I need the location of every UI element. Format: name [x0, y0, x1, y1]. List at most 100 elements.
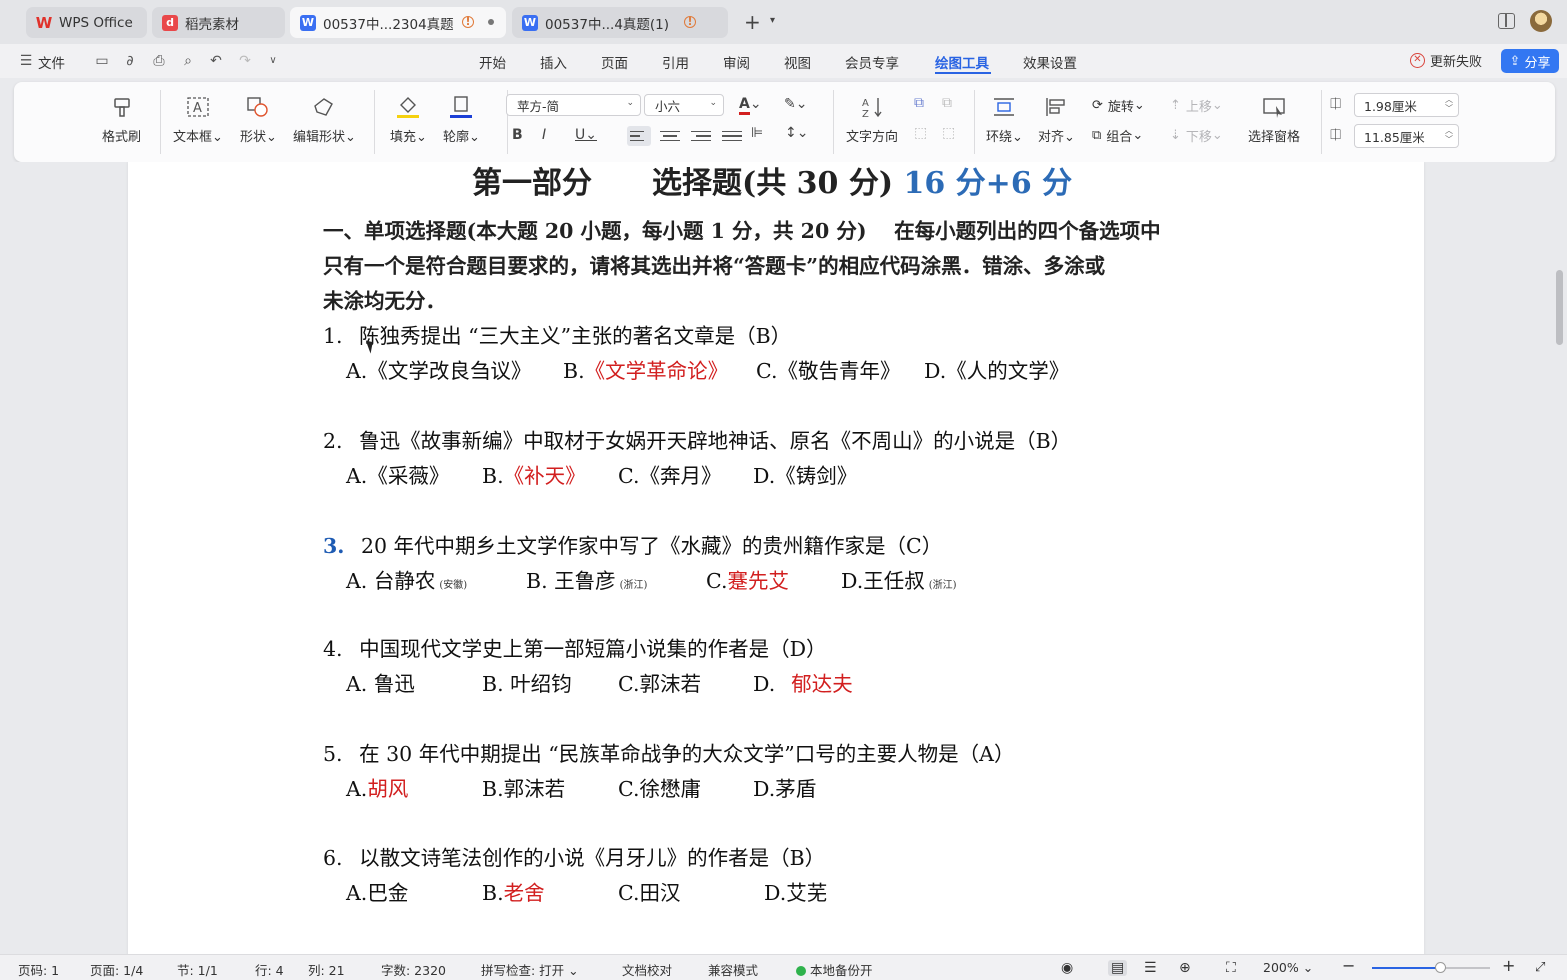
- move-down-label: 下移: [1185, 130, 1212, 145]
- font-name-select[interactable]: 苹方-简 ⌄: [506, 94, 641, 116]
- share-button[interactable]: ⇪ 分享: [1501, 49, 1559, 73]
- question-text: 在 30 年代中期提出 “民族革命战争的大众文学”口号的主要人物是（A）: [359, 742, 1015, 766]
- font-name-value: 苹方-简: [517, 98, 560, 114]
- outline-view-icon[interactable]: ☰: [1144, 960, 1157, 976]
- move-down-button[interactable]: ⇣ 下移 ⌄: [1170, 126, 1223, 145]
- align-left-icon[interactable]: [627, 126, 651, 146]
- menu-review[interactable]: 审阅: [723, 52, 750, 72]
- group-button[interactable]: ⧉ 组合 ⌄: [1092, 126, 1143, 145]
- format-painter-button[interactable]: 格式刷: [102, 94, 141, 145]
- selection-pane-button[interactable]: 选择窗格: [1248, 94, 1300, 145]
- status-spellcheck[interactable]: 拼写检查: 打开 ⌄: [481, 960, 579, 979]
- menu-page[interactable]: 页面: [601, 52, 628, 72]
- justify-icon[interactable]: [722, 126, 742, 146]
- chevron-down-icon: ⌄: [626, 98, 634, 108]
- page-view-icon[interactable]: ▤: [1108, 960, 1128, 976]
- move-up-button[interactable]: ⇡ 上移 ⌄: [1170, 96, 1223, 115]
- status-page-code[interactable]: 页码: 1: [18, 960, 59, 979]
- zoom-value[interactable]: 200% ⌄: [1263, 960, 1313, 975]
- tab-daoke[interactable]: d 稻壳素材: [152, 7, 285, 38]
- menu-insert[interactable]: 插入: [540, 52, 567, 72]
- text-box-unlink-icon[interactable]: ⧉: [942, 95, 952, 111]
- outline-icon: [448, 94, 474, 120]
- avatar[interactable]: [1530, 10, 1552, 32]
- zoom-slider[interactable]: [1372, 962, 1490, 973]
- font-size-value: 小六: [655, 98, 681, 114]
- shape-button[interactable]: 形状⌄: [240, 94, 277, 145]
- menu-effects[interactable]: 效果设置: [1023, 52, 1077, 72]
- q3-option-d: D.王任叔 (浙江): [841, 569, 957, 593]
- text-box-link-icon[interactable]: ⧉: [914, 95, 924, 111]
- italic-button[interactable]: I: [542, 127, 546, 143]
- align-right-icon[interactable]: [691, 126, 711, 146]
- web-view-icon[interactable]: ⊕: [1179, 960, 1191, 976]
- chevron-down-icon[interactable]: ▾: [770, 15, 775, 26]
- question-text: 鲁迅《故事新编》中取材于女娲开天辟地神话、原名《不周山》的小说是（B）: [359, 429, 1072, 453]
- redo-icon[interactable]: ↷: [237, 53, 253, 69]
- text-direction-button[interactable]: AZ 文字方向: [846, 94, 898, 145]
- scrollbar-thumb[interactable]: [1556, 270, 1563, 345]
- menu-hamburger-icon[interactable]: ☰: [18, 53, 34, 69]
- warning-icon: !: [684, 16, 696, 28]
- fill-button[interactable]: 填充⌄: [390, 94, 427, 145]
- menu-reference[interactable]: 引用: [662, 52, 689, 72]
- tab-doc-2304[interactable]: W 00537中...2304真题 !: [290, 7, 506, 38]
- status-page[interactable]: 页面: 1/4: [90, 960, 143, 979]
- align-center-icon[interactable]: [660, 126, 680, 146]
- zoom-out-icon[interactable]: −: [1342, 956, 1355, 975]
- shape-width-input[interactable]: 1.98厘米 ︿ ﹀: [1354, 93, 1459, 117]
- eye-protection-icon[interactable]: ◉: [1061, 960, 1073, 976]
- chevron-down-icon: ⌄: [709, 98, 717, 108]
- update-status[interactable]: ✕ 更新失败: [1410, 51, 1482, 70]
- fit-window-icon[interactable]: ⤢: [1535, 960, 1545, 975]
- print-preview-icon[interactable]: ⌕: [180, 53, 196, 69]
- status-section[interactable]: 节: 1/1: [177, 960, 218, 979]
- status-row[interactable]: 行: 4: [255, 960, 284, 979]
- align-button[interactable]: 对齐⌄: [1038, 94, 1075, 145]
- rotate-button[interactable]: ⟳ 旋转 ⌄: [1092, 96, 1145, 115]
- fullscreen-read-icon[interactable]: ⛶: [1226, 960, 1236, 976]
- outline-button[interactable]: 轮廓⌄: [443, 94, 480, 145]
- status-col[interactable]: 列: 21: [308, 960, 345, 979]
- height-icon: ⎅: [1330, 127, 1342, 143]
- document-area[interactable]: 第一部分 选择题(共 30 分) 16 分+6 分 一、单项选择题(本大题 20…: [0, 162, 1567, 954]
- underline-button[interactable]: U⌄: [575, 127, 597, 143]
- menu-drawing-tools[interactable]: 绘图工具: [935, 52, 989, 72]
- tab-doc-4[interactable]: W 00537中...4真题(1) !: [512, 7, 728, 38]
- spinner-icon[interactable]: ︿ ﹀: [1445, 126, 1453, 144]
- chevron-down-icon[interactable]: ∨: [265, 53, 281, 69]
- distributed-icon[interactable]: ⊫: [751, 125, 763, 141]
- zoom-in-icon[interactable]: +: [1502, 956, 1515, 975]
- textbox-button[interactable]: A 文本框⌄: [173, 94, 223, 145]
- undo-icon[interactable]: ↶: [208, 53, 224, 69]
- menu-file[interactable]: 文件: [38, 52, 65, 72]
- zoom-slider-knob[interactable]: [1435, 962, 1447, 973]
- margin-icon[interactable]: ⬚: [914, 125, 927, 141]
- resize-icon[interactable]: ⬚: [942, 125, 955, 141]
- shapes-icon: [245, 94, 271, 120]
- layout-toggle-icon[interactable]: [1498, 13, 1515, 29]
- status-word-count[interactable]: 字数: 2320: [381, 960, 446, 979]
- highlight-button[interactable]: ✎⌄: [784, 96, 807, 112]
- tab-wps-office[interactable]: W WPS Office: [26, 7, 147, 38]
- edit-shape-button[interactable]: 编辑形状⌄: [293, 94, 356, 145]
- menu-member[interactable]: 会员专享: [845, 52, 899, 72]
- link-icon[interactable]: ∂: [122, 53, 138, 69]
- print-icon[interactable]: ⎙: [151, 53, 167, 69]
- menu-view[interactable]: 视图: [784, 52, 811, 72]
- shape-height-input[interactable]: 11.85厘米 ︿ ﹀: [1354, 124, 1459, 148]
- question-number: 3.: [323, 534, 345, 558]
- vertical-scrollbar[interactable]: [1553, 170, 1567, 950]
- status-proofread[interactable]: 文档校对: [622, 960, 672, 979]
- font-size-select[interactable]: 小六 ⌄: [644, 94, 724, 116]
- menu-start[interactable]: 开始: [479, 52, 506, 72]
- tab-label: 稻壳素材: [185, 16, 239, 33]
- line-spacing-icon[interactable]: ↕⌄: [785, 125, 808, 141]
- bold-button[interactable]: B: [512, 127, 523, 143]
- font-color-button[interactable]: A⌄: [739, 96, 762, 115]
- spinner-icon[interactable]: ︿ ﹀: [1445, 95, 1453, 113]
- wrap-button[interactable]: 环绕⌄: [986, 94, 1023, 145]
- status-backup[interactable]: 本地备份开: [796, 960, 873, 979]
- new-tab-plus-icon[interactable]: +: [744, 10, 761, 34]
- save-icon[interactable]: ▭: [94, 53, 110, 69]
